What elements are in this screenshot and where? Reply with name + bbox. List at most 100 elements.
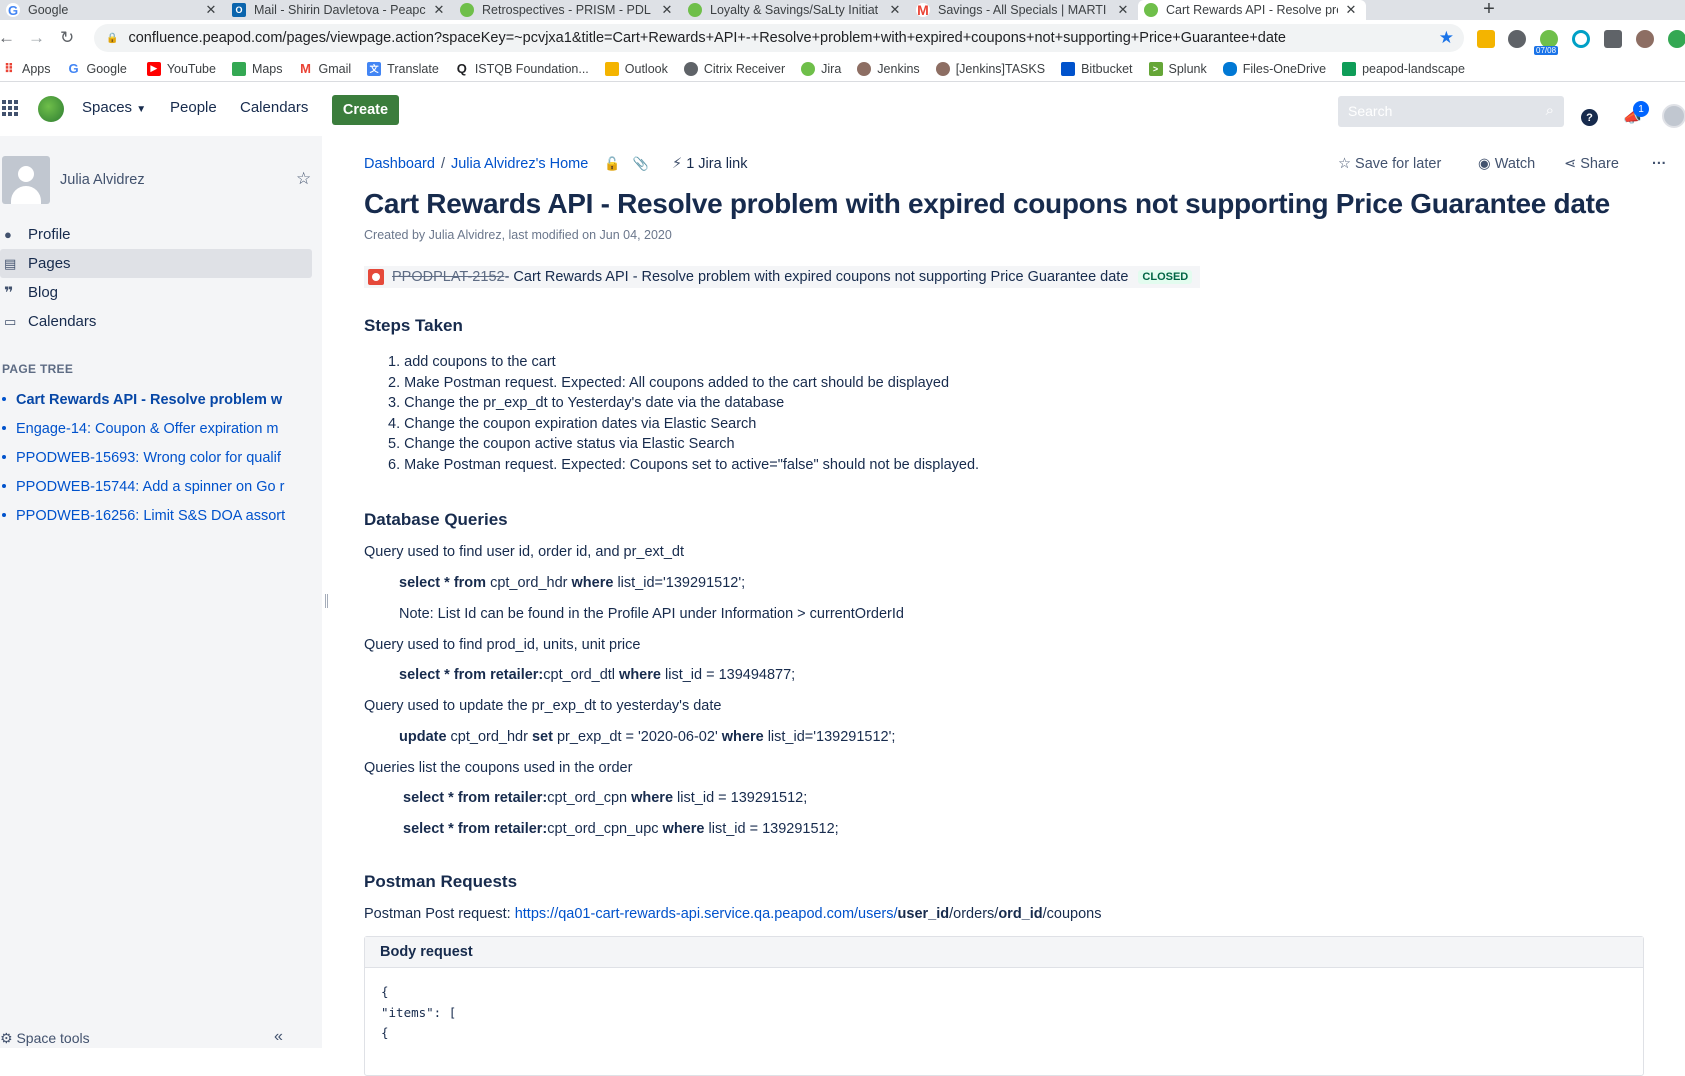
- forward-icon[interactable]: →: [28, 28, 45, 48]
- collapse-sidebar-icon[interactable]: «: [274, 1028, 283, 1046]
- bookmark-jenkins-tasks[interactable]: [Jenkins]TASKS: [935, 61, 1046, 76]
- page-tree-label: Cart Rewards API - Resolve problem w: [16, 392, 283, 408]
- confluence-favicon-icon: [1144, 3, 1158, 17]
- sidebar-item-pages[interactable]: ▤ Pages: [0, 249, 312, 278]
- browser-tab-active[interactable]: Cart Rewards API - Resolve pro ✕: [1138, 0, 1366, 20]
- onedrive-icon: [1222, 61, 1237, 76]
- sidebar-item-calendars[interactable]: ▭ Calendars: [0, 307, 312, 336]
- page-tree-item[interactable]: PPODWEB-16256: Limit S&S DOA assort: [0, 508, 288, 524]
- sidebar-resize-handle[interactable]: [325, 594, 328, 608]
- jira-issue-macro[interactable]: PPODPLAT-2152 - Cart Rewards API - Resol…: [364, 266, 1201, 288]
- search-icon: ⌕: [1545, 102, 1554, 119]
- reload-icon[interactable]: ↻: [60, 28, 74, 48]
- share-label: Share: [1580, 156, 1619, 172]
- bookmark-onedrive[interactable]: Files-OneDrive: [1222, 61, 1326, 76]
- close-tab-icon[interactable]: ✕: [1116, 2, 1130, 18]
- star-icon: ☆: [1338, 156, 1351, 172]
- breadcrumb-home[interactable]: Julia Alvidrez's Home: [451, 156, 588, 172]
- search-input[interactable]: Search ⌕: [1338, 96, 1564, 127]
- tab-label: Loyalty & Savings/SaLty Initiat: [710, 3, 879, 17]
- jira-issue-key[interactable]: PPODPLAT-2152: [392, 269, 505, 285]
- share-button[interactable]: ⋖ Share: [1564, 156, 1619, 172]
- bookmark-label: Jira: [821, 61, 842, 76]
- postman-url-link[interactable]: https://qa01-cart-rewards-api.service.qa…: [515, 906, 898, 922]
- breadcrumb-dashboard[interactable]: Dashboard: [364, 156, 435, 172]
- bookmark-maps[interactable]: Maps: [231, 61, 283, 76]
- save-for-later-button[interactable]: ☆ Save for later: [1338, 156, 1441, 172]
- bookmark-label: YouTube: [166, 61, 216, 76]
- bookmark-google[interactable]: G Google: [67, 61, 126, 76]
- browser-tab[interactable]: M Savings - All Specials | MARTI ✕: [910, 0, 1138, 20]
- url-text[interactable]: confluence.peapod.com/pages/viewpage.act…: [128, 30, 1438, 46]
- list-item: 6. Make Postman request. Expected: Coupo…: [388, 456, 980, 473]
- close-tab-icon[interactable]: ✕: [888, 2, 902, 18]
- bookmark-splunk[interactable]: > Splunk: [1148, 61, 1207, 76]
- bookmark-youtube[interactable]: ▶ YouTube: [146, 61, 216, 76]
- watch-button[interactable]: ◉ Watch: [1478, 156, 1535, 172]
- app-switcher-icon[interactable]: [2, 100, 18, 116]
- address-bar[interactable]: 🔒 confluence.peapod.com/pages/viewpage.a…: [94, 24, 1464, 52]
- step-text: Make Postman request. Expected: Coupons …: [404, 456, 980, 473]
- extension-icon[interactable]: [1508, 30, 1526, 48]
- eye-icon: ◉: [1478, 156, 1491, 172]
- help-icon[interactable]: ?: [1581, 109, 1598, 126]
- bookmark-bitbucket[interactable]: Bitbucket: [1061, 61, 1133, 76]
- bookmark-outlook[interactable]: Outlook: [604, 61, 668, 76]
- browser-tab[interactable]: Retrospectives - PRISM - PDL ✕: [454, 0, 682, 20]
- jira-links-button[interactable]: ⚡ 1 Jira link: [672, 156, 747, 172]
- profile-avatar[interactable]: [1636, 30, 1654, 48]
- bookmark-label: Bitbucket: [1081, 61, 1133, 76]
- attachment-icon[interactable]: 📎: [633, 156, 649, 171]
- bookmark-peapod-landscape[interactable]: peapod-landscape: [1342, 61, 1465, 76]
- close-tab-icon[interactable]: ✕: [432, 2, 446, 18]
- bookmark-star-icon[interactable]: ★: [1439, 28, 1454, 48]
- close-tab-icon[interactable]: ✕: [204, 2, 218, 18]
- people-link[interactable]: People: [170, 99, 217, 116]
- page-tree-item[interactable]: Cart Rewards API - Resolve problem w: [0, 392, 288, 408]
- page-tree-item[interactable]: PPODWEB-15744: Add a spinner on Go r: [0, 479, 288, 495]
- calendar-icon: ▭: [4, 313, 17, 329]
- lock-icon[interactable]: 🔒: [106, 33, 118, 44]
- sql-query: select * from retailer:cpt_ord_cpn where…: [403, 790, 808, 806]
- browser-tab[interactable]: G Google ✕: [0, 0, 226, 20]
- confluence-logo[interactable]: [38, 96, 64, 122]
- space-avatar[interactable]: [2, 156, 50, 204]
- bookmark-translate[interactable]: 文 Translate: [367, 61, 439, 76]
- extension-icon[interactable]: [1477, 30, 1495, 48]
- jenkins-icon: [935, 61, 950, 76]
- extension-icon[interactable]: [1572, 30, 1590, 48]
- bookmark-apps[interactable]: ⠿ Apps: [2, 61, 51, 76]
- puzzle-icon[interactable]: [1604, 30, 1622, 48]
- sidebar-item-profile[interactable]: ● Profile: [0, 220, 312, 249]
- step-text: Make Postman request. Expected: All coup…: [404, 374, 950, 391]
- bookmark-label: [Jenkins]TASKS: [955, 61, 1046, 76]
- close-tab-icon[interactable]: ✕: [660, 2, 674, 18]
- postman-label: Postman Post request:: [364, 906, 515, 922]
- bookmark-citrix[interactable]: Citrix Receiver: [683, 61, 785, 76]
- back-icon[interactable]: ←: [0, 28, 15, 48]
- page-byline: Created by Julia Alvidrez, last modified…: [364, 228, 672, 242]
- bookmark-gmail[interactable]: M Gmail: [299, 61, 351, 76]
- spaces-menu[interactable]: Spaces ▼: [82, 99, 146, 116]
- bookmark-istqb[interactable]: Q ISTQB Foundation...: [455, 61, 589, 76]
- new-tab-button[interactable]: +: [1478, 0, 1500, 20]
- browser-tab[interactable]: O Mail - Shirin Davletova - Peapc ✕: [226, 0, 454, 20]
- sidebar-item-blog[interactable]: ❞ Blog: [0, 278, 312, 307]
- confluence-header: Spaces ▼ People Calendars Create Search …: [0, 82, 1685, 136]
- create-button[interactable]: Create: [332, 95, 399, 125]
- bookmark-jenkins[interactable]: Jenkins: [857, 61, 920, 76]
- note-text: Note: List Id can be found in the Profil…: [399, 606, 904, 622]
- calendars-link[interactable]: Calendars: [240, 99, 308, 116]
- page-tree-item[interactable]: PPODWEB-15693: Wrong color for qualif: [0, 450, 288, 466]
- space-name[interactable]: Julia Alvidrez: [60, 172, 145, 188]
- extension-icon[interactable]: [1668, 30, 1685, 48]
- close-tab-icon[interactable]: ✕: [1344, 2, 1358, 18]
- page-tree-item[interactable]: Engage-14: Coupon & Offer expiration m: [0, 421, 288, 437]
- more-actions-icon[interactable]: ···: [1652, 156, 1667, 172]
- browser-tab[interactable]: Loyalty & Savings/SaLty Initiat ✕: [682, 0, 910, 20]
- user-avatar[interactable]: [1662, 104, 1685, 128]
- space-tools-button[interactable]: ⚙ Space tools: [0, 1030, 90, 1047]
- star-icon[interactable]: ☆: [296, 169, 311, 189]
- unlock-icon[interactable]: 🔓: [604, 156, 620, 171]
- bookmark-jira[interactable]: Jira: [801, 61, 842, 76]
